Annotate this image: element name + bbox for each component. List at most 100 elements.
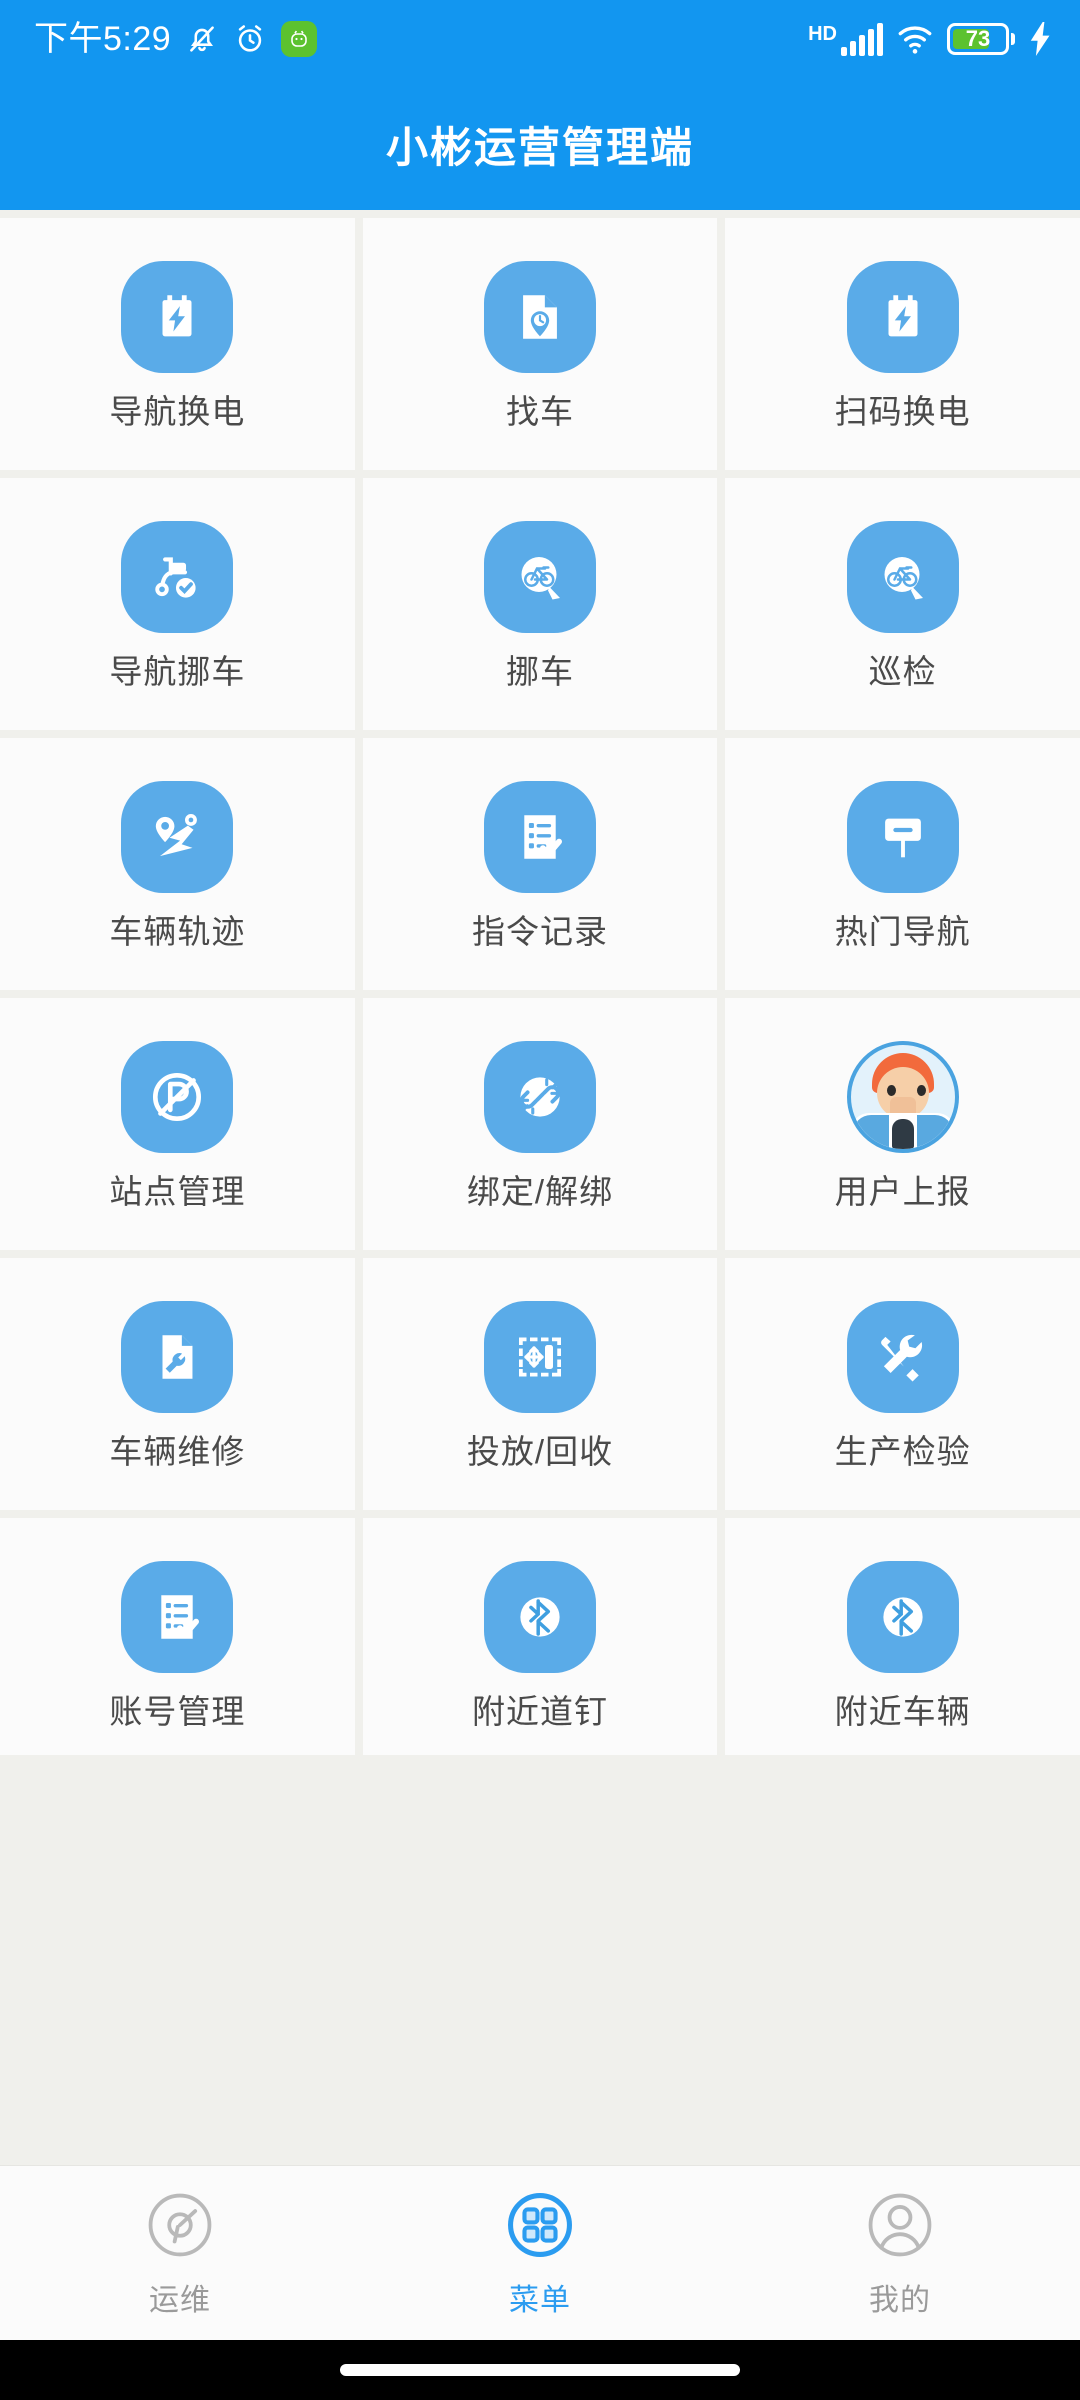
gauge-icon xyxy=(148,2193,212,2257)
battery-bolt-icon xyxy=(121,260,234,373)
grid-item-inspection[interactable]: 巡检 xyxy=(725,478,1080,730)
grid-item-navigate-swap[interactable]: 导航换电 xyxy=(0,218,355,470)
app-header: 小彬运营管理端 xyxy=(0,78,1080,210)
grid-item-label: 投放/回收 xyxy=(466,1432,614,1470)
person-icon xyxy=(868,2193,932,2257)
grid-item-user-report[interactable]: 用户上报 xyxy=(725,998,1080,1250)
icon-container xyxy=(483,260,596,373)
grid-item-label: 绑定/解绑 xyxy=(466,1172,614,1210)
checklist-icon xyxy=(483,780,596,893)
system-gesture-bar xyxy=(0,2340,1080,2400)
icon-container xyxy=(483,1560,596,1673)
grid-item-hot-navigation[interactable]: 热门导航 xyxy=(725,738,1080,990)
home-indicator[interactable] xyxy=(340,2364,740,2376)
battery-icon: 73 xyxy=(947,23,1015,55)
reporter-avatar-icon xyxy=(846,1040,959,1153)
nav-item-label: 运维 xyxy=(149,2284,211,2317)
nav-item-profile[interactable]: 我的 xyxy=(720,2187,1080,2319)
icon-container xyxy=(483,1300,596,1413)
grid-item-label: 扫码换电 xyxy=(834,392,971,430)
icon-container xyxy=(483,520,596,633)
icon-container xyxy=(483,780,596,893)
nav-item-menu[interactable]: 菜单 xyxy=(360,2187,720,2319)
icon-container xyxy=(846,1560,959,1673)
grid-item-deploy-recycle[interactable]: 投放/回收 xyxy=(362,1258,718,1510)
charging-bolt-icon xyxy=(1030,22,1050,56)
icon-container xyxy=(121,1560,234,1673)
bottom-navigation: 运维 菜单 我的 xyxy=(0,2165,1080,2340)
grid-item-label: 巡检 xyxy=(868,652,937,690)
signpost-icon xyxy=(846,780,959,893)
grid-item-bind-unbind[interactable]: 绑定/解绑 xyxy=(362,998,718,1250)
nav-item-label: 我的 xyxy=(869,2284,931,2317)
grid-item-command-log[interactable]: 指令记录 xyxy=(362,738,718,990)
broken-link-icon xyxy=(483,1040,596,1153)
nav-item-operations[interactable]: 运维 xyxy=(0,2187,360,2319)
icon-container xyxy=(846,1300,959,1413)
grid-item-label: 车辆维修 xyxy=(109,1432,246,1470)
icon-container xyxy=(121,520,234,633)
grid-item-scan-swap[interactable]: 扫码换电 xyxy=(725,218,1080,470)
grid-item-label: 车辆轨迹 xyxy=(109,912,246,950)
grid-item-label: 站点管理 xyxy=(109,1172,246,1210)
grid-item-label: 热门导航 xyxy=(834,912,971,950)
wrench-screwdriver-icon xyxy=(846,1300,959,1413)
icon-container xyxy=(846,520,959,633)
menu-grid-scroll-area[interactable]: 导航换电 找车 扫码换电 导航挪车 挪车 巡检 车辆轨迹 指令记录 热门导航 站… xyxy=(0,210,1080,1755)
no-parking-icon xyxy=(121,1040,234,1153)
status-bar-right: HD 73 xyxy=(808,22,1054,56)
icon-container xyxy=(846,780,959,893)
page-title: 小彬运营管理端 xyxy=(385,123,694,171)
hd-signal-icon: HD xyxy=(808,22,883,56)
scooter-check-icon xyxy=(121,520,234,633)
grid-item-vehicle-track[interactable]: 车辆轨迹 xyxy=(0,738,355,990)
grid-item-station-management[interactable]: 站点管理 xyxy=(0,998,355,1250)
wifi-icon xyxy=(898,26,932,54)
grid-item-label: 找车 xyxy=(505,392,574,430)
grid-item-move-vehicle[interactable]: 挪车 xyxy=(362,478,718,730)
grid-item-find-vehicle[interactable]: 找车 xyxy=(362,218,718,470)
icon-container xyxy=(121,260,234,373)
grid-item-label: 导航挪车 xyxy=(109,652,246,690)
nav-item-label: 菜单 xyxy=(509,2284,571,2317)
checklist-icon xyxy=(121,1560,234,1673)
route-track-icon xyxy=(121,780,234,893)
grid-item-nearby-beacon[interactable]: 附近道钉 xyxy=(362,1518,718,1755)
grid-item-navigate-move[interactable]: 导航挪车 xyxy=(0,478,355,730)
grid-item-label: 账号管理 xyxy=(109,1692,246,1730)
battery-percent-label: 73 xyxy=(965,26,991,51)
bluetooth-icon xyxy=(846,1560,959,1673)
move-arrows-icon xyxy=(483,1300,596,1413)
status-bar-left: 下午5:29 xyxy=(34,20,318,58)
grid-item-nearby-vehicle[interactable]: 附近车辆 xyxy=(725,1518,1080,1755)
grid-item-label: 导航换电 xyxy=(109,392,246,430)
grid-item-label: 生产检验 xyxy=(834,1432,971,1470)
bike-search-icon xyxy=(846,520,959,633)
icon-container xyxy=(483,1040,596,1153)
status-time: 下午5:29 xyxy=(34,20,172,58)
grid-item-label: 指令记录 xyxy=(471,912,608,950)
menu-grid: 导航换电 找车 扫码换电 导航挪车 挪车 巡检 车辆轨迹 指令记录 热门导航 站… xyxy=(0,210,1080,1755)
document-wrench-icon xyxy=(121,1300,234,1413)
icon-container xyxy=(121,1040,234,1153)
grid-item-label: 附近车辆 xyxy=(834,1692,971,1730)
green-app-icon xyxy=(281,21,318,57)
bike-search-icon xyxy=(483,520,596,633)
grid-item-vehicle-repair[interactable]: 车辆维修 xyxy=(0,1258,355,1510)
battery-bolt-icon xyxy=(846,260,959,373)
alarm-clock-icon xyxy=(238,25,262,52)
bluetooth-icon xyxy=(483,1560,596,1673)
grid-item-label: 用户上报 xyxy=(834,1172,971,1210)
grid-item-production-inspection[interactable]: 生产检验 xyxy=(725,1258,1080,1510)
grid-menu-icon xyxy=(508,2193,572,2257)
icon-container xyxy=(121,780,234,893)
icon-container xyxy=(846,260,959,373)
grid-item-account-management[interactable]: 账号管理 xyxy=(0,1518,355,1755)
status-bar: 下午5:29 HD 73 xyxy=(0,0,1080,78)
icon-container xyxy=(121,1300,234,1413)
bell-muted-icon xyxy=(190,26,215,52)
document-location-clock-icon xyxy=(483,260,596,373)
grid-item-label: 挪车 xyxy=(505,652,574,690)
hd-label: HD xyxy=(808,22,837,45)
grid-item-label: 附近道钉 xyxy=(471,1692,608,1730)
